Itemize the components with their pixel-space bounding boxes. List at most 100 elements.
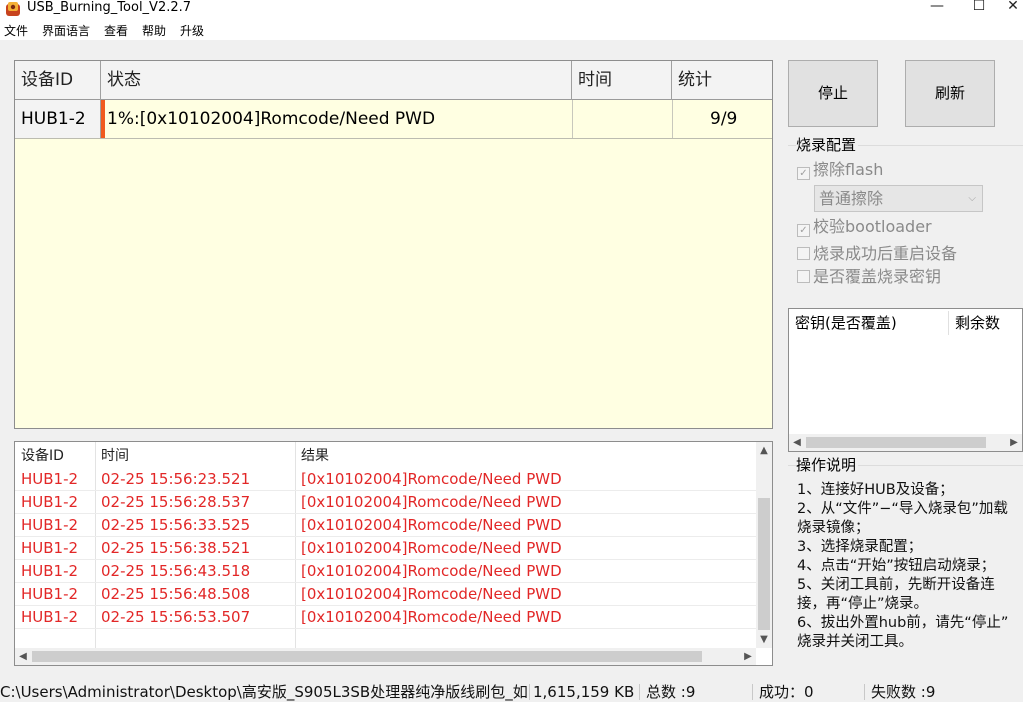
log-header-result[interactable]: 结果 (301, 445, 329, 467)
menu-help[interactable]: 帮助 (142, 23, 166, 39)
log-result: [0x10102004]Romcode/Need PWD (301, 493, 562, 511)
key-horizontal-scroll-thumb[interactable] (806, 437, 986, 448)
column-header-status[interactable]: 状态 (101, 61, 572, 100)
log-row[interactable]: HUB1-2 02-25 15:56:23.521 [0x10102004]Ro… (15, 468, 757, 491)
log-row[interactable]: HUB1-2 02-25 15:56:38.521 [0x10102004]Ro… (15, 537, 757, 560)
reboot-after-success-label: 烧录成功后重启设备 (813, 244, 958, 263)
erase-flash-option[interactable]: ✓ 擦除flash (797, 160, 883, 180)
reboot-after-success-option[interactable]: 烧录成功后重启设备 (797, 244, 957, 264)
overwrite-key-label: 是否覆盖烧录密钥 (813, 267, 942, 286)
minimize-icon: — (930, 0, 944, 14)
log-device-id: HUB1-2 (21, 608, 79, 626)
log-header-device-id[interactable]: 设备ID (21, 445, 64, 467)
status-bar: C:\Users\Administrator\Desktop\高安版_S905L… (0, 680, 1023, 702)
status-total: 总数 :9 (646, 683, 696, 701)
log-time: 02-25 15:56:28.537 (101, 493, 251, 511)
log-device-id: HUB1-2 (21, 470, 79, 488)
scroll-left-icon[interactable]: ◀ (15, 648, 31, 665)
app-icon (6, 2, 20, 16)
cell-divider (572, 100, 573, 138)
log-row[interactable]: HUB1-2 02-25 15:56:33.525 [0x10102004]Ro… (15, 514, 757, 537)
log-device-id: HUB1-2 (21, 539, 79, 557)
status-divider (752, 684, 753, 700)
device-grid-header: 设备ID 状态 时间 统计 (15, 61, 772, 100)
device-row[interactable]: HUB1-2 1%:[0x10102004]Romcode/Need PWD 9… (15, 100, 772, 139)
erase-mode-value: 普通擦除 (819, 189, 884, 208)
verify-bootloader-checkbox[interactable]: ✓ (797, 224, 810, 237)
verify-bootloader-option[interactable]: ✓ 校验bootloader (797, 217, 932, 237)
key-table[interactable]: 密钥(是否覆盖) 剩余数 ◀ ▶ (788, 308, 1023, 452)
status-file-size: 1,615,159 KB (533, 683, 635, 701)
device-id: HUB1-2 (21, 109, 86, 129)
close-icon: ✕ (1007, 0, 1019, 14)
scroll-up-icon[interactable]: ▲ (756, 442, 772, 459)
scroll-right-icon[interactable]: ▶ (1006, 434, 1022, 451)
menu-view[interactable]: 查看 (104, 23, 128, 39)
device-count: 9/9 (710, 109, 738, 129)
instructions-text: 1、连接好HUB及设备； 2、从“文件”−“导入烧录包”加载 烧录镜像； 3、选… (797, 482, 1009, 650)
log-time: 02-25 15:56:33.525 (101, 516, 251, 534)
log-time: 02-25 15:56:48.508 (101, 585, 251, 603)
menu-file[interactable]: 文件 (4, 23, 28, 39)
chevron-down-icon: ⌵ (968, 193, 976, 204)
log-vertical-scroll-thumb[interactable] (758, 498, 770, 630)
maximize-icon: ☐ (972, 0, 986, 14)
column-header-time[interactable]: 时间 (572, 61, 672, 100)
stop-button[interactable]: 停止 (788, 60, 878, 127)
menu-language[interactable]: 界面语言 (42, 23, 90, 39)
status-file-path: C:\Users\Administrator\Desktop\高安版_S905L… (0, 683, 528, 701)
log-result: [0x10102004]Romcode/Need PWD (301, 608, 562, 626)
status-divider (864, 684, 865, 700)
status-divider (639, 684, 640, 700)
key-horizontal-scrollbar[interactable]: ◀ ▶ (789, 434, 1022, 451)
verify-bootloader-label: 校验bootloader (813, 217, 932, 236)
column-header-device-id[interactable]: 设备ID (15, 61, 101, 100)
key-header-remaining[interactable]: 剩余数 (949, 311, 1023, 335)
log-device-id: HUB1-2 (21, 493, 79, 511)
progress-bar (101, 100, 105, 138)
log-row[interactable]: HUB1-2 02-25 15:56:28.537 [0x10102004]Ro… (15, 491, 757, 514)
log-vertical-scrollbar[interactable]: ▲ ▼ (756, 442, 772, 648)
log-result: [0x10102004]Romcode/Need PWD (301, 516, 562, 534)
key-header-key[interactable]: 密钥(是否覆盖) (789, 311, 949, 335)
log-time: 02-25 15:56:53.507 (101, 608, 251, 626)
window-title: USB_Burning_Tool_V2.2.7 (27, 0, 192, 15)
status-success: 成功：0 (759, 683, 814, 701)
log-result: [0x10102004]Romcode/Need PWD (301, 470, 562, 488)
menu-upgrade[interactable]: 升级 (180, 23, 204, 39)
overwrite-key-option[interactable]: 是否覆盖烧录密钥 (797, 267, 941, 287)
log-time: 02-25 15:56:43.518 (101, 562, 251, 580)
device-grid[interactable]: 设备ID 状态 时间 统计 HUB1-2 1%:[0x10102004]Romc… (14, 60, 773, 429)
log-result: [0x10102004]Romcode/Need PWD (301, 562, 562, 580)
log-list[interactable]: 设备ID 时间 结果 HUB1-2 02-25 15:56:23.521 [0x… (14, 441, 773, 666)
log-device-id: HUB1-2 (21, 585, 79, 603)
close-button[interactable]: ✕ (990, 0, 1023, 20)
refresh-button[interactable]: 刷新 (905, 60, 995, 127)
erase-mode-select[interactable]: 普通擦除 ⌵ (814, 185, 983, 212)
device-status: 1%:[0x10102004]Romcode/Need PWD (107, 109, 436, 129)
log-header-time[interactable]: 时间 (101, 445, 129, 467)
erase-flash-checkbox[interactable]: ✓ (797, 167, 810, 180)
log-row[interactable]: HUB1-2 02-25 15:56:43.518 [0x10102004]Ro… (15, 560, 757, 583)
status-divider (529, 684, 530, 700)
device-row-id-cell: HUB1-2 (15, 100, 101, 138)
menu-bar: 文件 界面语言 查看 帮助 升级 (0, 20, 1023, 40)
column-header-count[interactable]: 统计 (672, 61, 772, 100)
erase-flash-label: 擦除flash (813, 160, 884, 179)
overwrite-key-checkbox[interactable] (797, 270, 810, 283)
reboot-after-success-checkbox[interactable] (797, 247, 810, 260)
log-horizontal-scroll-thumb[interactable] (32, 651, 702, 662)
log-row[interactable]: HUB1-2 02-25 15:56:48.508 [0x10102004]Ro… (15, 583, 757, 606)
scroll-left-icon[interactable]: ◀ (789, 434, 805, 451)
instructions-title: 操作说明 (796, 456, 859, 474)
scroll-down-icon[interactable]: ▼ (756, 631, 772, 648)
log-row[interactable]: HUB1-2 02-25 15:56:53.507 [0x10102004]Ro… (15, 606, 757, 629)
minimize-button[interactable]: — (914, 0, 960, 20)
scroll-right-icon[interactable]: ▶ (740, 648, 756, 665)
title-bar: USB_Burning_Tool_V2.2.7 — ☐ ✕ (0, 0, 1023, 20)
log-device-id: HUB1-2 (21, 516, 79, 534)
log-result: [0x10102004]Romcode/Need PWD (301, 539, 562, 557)
cell-divider (672, 100, 673, 138)
log-horizontal-scrollbar[interactable]: ◀ ▶ (15, 648, 756, 665)
log-device-id: HUB1-2 (21, 562, 79, 580)
